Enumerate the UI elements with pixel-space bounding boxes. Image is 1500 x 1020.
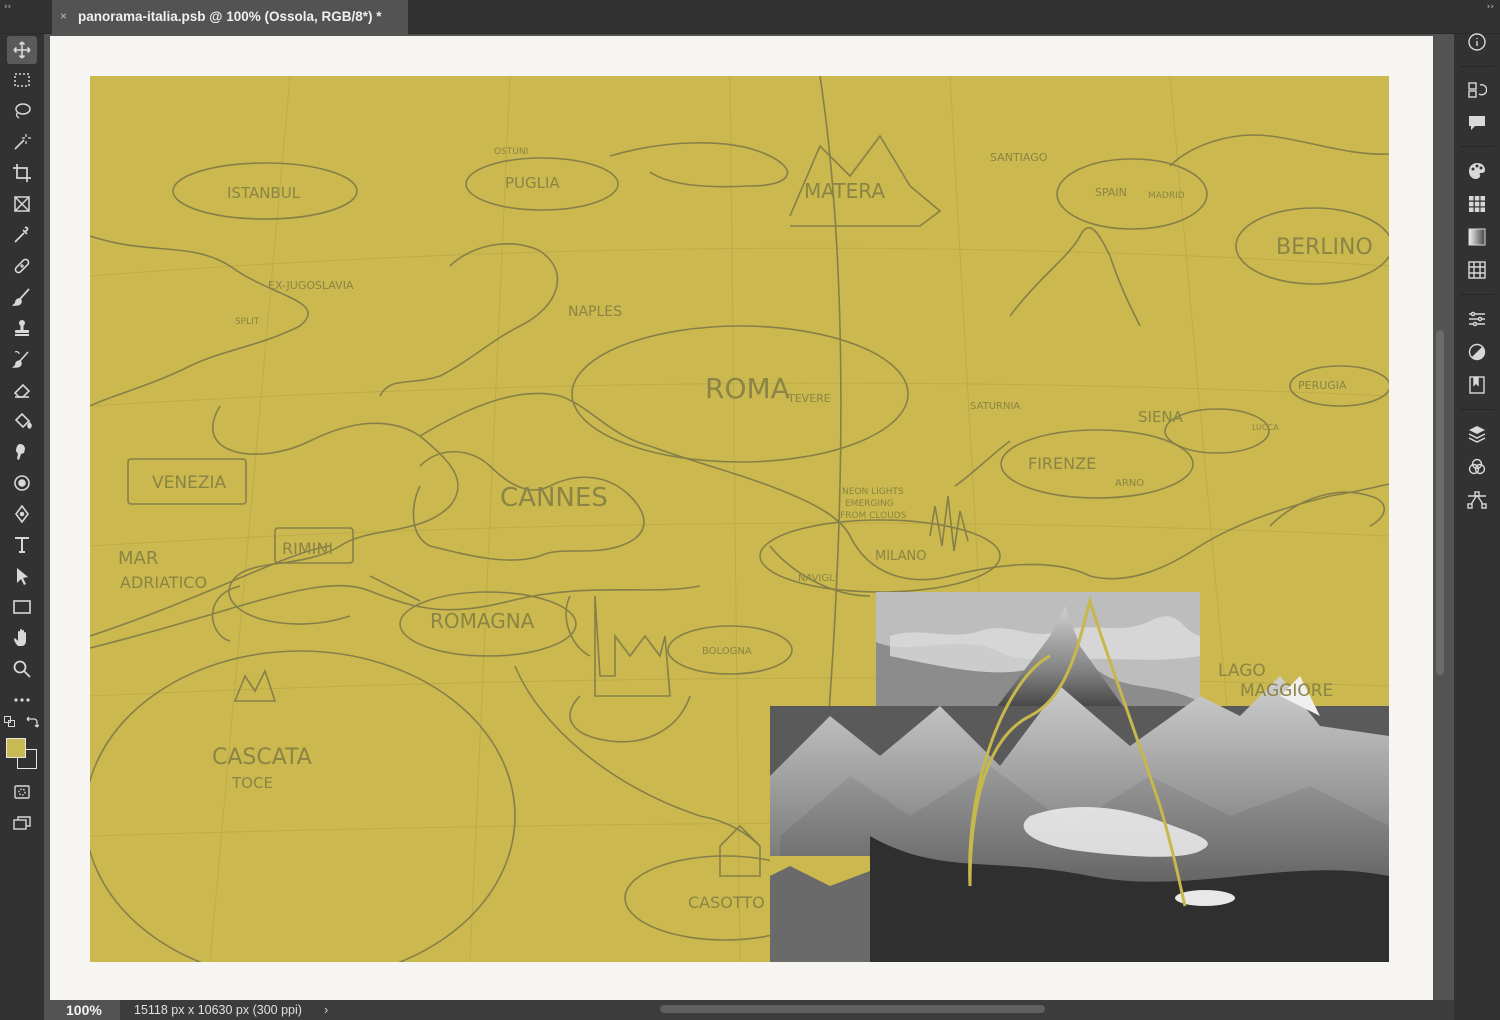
label-lucca: LUCCA — [1252, 423, 1279, 432]
pen-icon[interactable] — [7, 500, 37, 528]
label-roma: ROMA — [705, 372, 790, 405]
patterns-icon[interactable] — [1465, 258, 1489, 282]
type-icon[interactable] — [7, 531, 37, 559]
label-puglia: PUGLIA — [505, 174, 560, 192]
label-venezia: VENEZIA — [152, 473, 226, 493]
more-tools-icon[interactable] — [7, 686, 37, 714]
horizontal-scrollbar[interactable] — [660, 1005, 1045, 1013]
collapse-left-icon[interactable]: ›› — [4, 2, 11, 12]
gradients-icon[interactable] — [1465, 225, 1489, 249]
label-mar: MAR — [118, 548, 158, 569]
adjustments-icon[interactable] — [1465, 340, 1489, 364]
lasso-icon[interactable] — [7, 97, 37, 125]
label-bologna: BOLOGNA — [702, 646, 752, 657]
label-romagna: ROMAGNA — [430, 609, 535, 633]
label-cannes: CANNES — [500, 483, 608, 513]
canvas-area[interactable]: ISTANBUL PUGLIA OSTUNI MATERA SANTIAGO S… — [44, 34, 1454, 1002]
label-maggiore: MAGGIORE — [1240, 681, 1333, 701]
close-tab-icon[interactable]: × — [60, 9, 67, 23]
document-tab-bar: ›› × panorama-italia.psb @ 100% (Ossola,… — [0, 0, 1500, 34]
default-colors-icon[interactable] — [4, 716, 16, 728]
label-rimini: RIMINI — [282, 539, 333, 558]
move-tool-icon[interactable] — [7, 36, 37, 64]
label-naples: NAPLES — [568, 304, 622, 320]
brush-icon[interactable] — [7, 283, 37, 311]
layers-icon[interactable] — [1465, 422, 1489, 446]
history-icon[interactable] — [1465, 78, 1489, 102]
label-perugia: PERUGIA — [1298, 379, 1347, 392]
label-split: SPLIT — [235, 317, 260, 327]
label-milano: MILANO — [875, 549, 926, 564]
label-spain: SPAIN — [1095, 186, 1127, 199]
libraries-icon[interactable] — [1465, 373, 1489, 397]
properties-icon[interactable] — [1465, 307, 1489, 331]
zoom-level[interactable]: 100% — [44, 1000, 120, 1020]
crop-icon[interactable] — [7, 159, 37, 187]
quick-mask-icon[interactable] — [7, 778, 37, 806]
vertical-scrollbar[interactable] — [1436, 330, 1444, 675]
label-arno: ARNO — [1115, 478, 1144, 489]
label-saturnia: SATURNIA — [970, 401, 1020, 412]
rectangle-icon[interactable] — [7, 593, 37, 621]
label-lago: LAGO — [1218, 661, 1266, 681]
eyedropper-icon[interactable] — [7, 221, 37, 249]
sketch-artwork: ISTANBUL PUGLIA OSTUNI MATERA SANTIAGO S… — [90, 76, 1389, 962]
label-clouds: FROM CLOUDS — [840, 511, 907, 521]
label-firenze: FIRENZE — [1028, 454, 1096, 473]
label-berlino: BERLINO — [1276, 235, 1373, 260]
label-matera: MATERA — [804, 179, 885, 203]
magic-wand-icon[interactable] — [7, 128, 37, 156]
label-ostuni: OSTUNI — [494, 147, 528, 157]
label-santiago: SANTIAGO — [990, 151, 1048, 164]
document-info: 15118 px x 10630 px (300 ppi) — [134, 1003, 302, 1017]
healing-brush-icon[interactable] — [7, 252, 37, 280]
artboard: ISTANBUL PUGLIA OSTUNI MATERA SANTIAGO S… — [50, 36, 1433, 1002]
label-neon: NEON LIGHTS — [842, 487, 904, 497]
foreground-color-swatch[interactable] — [6, 738, 26, 758]
info-icon[interactable] — [1465, 30, 1489, 54]
panel-dock — [1454, 33, 1500, 1020]
label-istanbul: ISTANBUL — [227, 184, 301, 202]
clone-stamp-icon[interactable] — [7, 314, 37, 342]
label-siena: SIENA — [1138, 408, 1184, 426]
hand-icon[interactable] — [7, 624, 37, 652]
rectangular-marquee-icon[interactable] — [7, 66, 37, 94]
history-brush-icon[interactable] — [7, 345, 37, 373]
mountain-collage[interactable]: LAGO MAGGIORE — [770, 592, 1389, 962]
document-title: panorama-italia.psb @ 100% (Ossola, RGB/… — [78, 9, 382, 24]
dodge-icon[interactable] — [7, 469, 37, 497]
color-icon[interactable] — [1465, 159, 1489, 183]
channels-icon[interactable] — [1465, 455, 1489, 479]
swatches-icon[interactable] — [1465, 192, 1489, 216]
zoom-icon[interactable] — [7, 655, 37, 683]
tools-panel — [0, 34, 44, 1020]
canvas-image[interactable]: ISTANBUL PUGLIA OSTUNI MATERA SANTIAGO S… — [90, 76, 1389, 962]
label-tevere: TEVERE — [787, 392, 831, 405]
swap-colors-icon[interactable] — [25, 715, 39, 729]
collapse-right-icon[interactable]: ›› — [1487, 2, 1494, 12]
label-ex-jugoslavia: EX-JUGOSLAVIA — [268, 279, 354, 292]
smudge-icon[interactable] — [7, 438, 37, 466]
document-tab[interactable]: × panorama-italia.psb @ 100% (Ossola, RG… — [52, 0, 408, 34]
paint-bucket-icon[interactable] — [7, 407, 37, 435]
label-emerging: EMERGING — [845, 499, 894, 509]
frame-icon[interactable] — [7, 190, 37, 218]
label-toce: TOCE — [231, 774, 273, 792]
photoshop-window: ›› × panorama-italia.psb @ 100% (Ossola,… — [0, 0, 1500, 1020]
comments-icon[interactable] — [1465, 111, 1489, 135]
label-casotto: CASOTTO — [688, 893, 765, 912]
path-selection-icon[interactable] — [7, 562, 37, 590]
label-adriatico: ADRIATICO — [120, 573, 207, 592]
screen-mode-icon[interactable] — [7, 809, 37, 837]
eraser-icon[interactable] — [7, 376, 37, 404]
label-cascata: CASCATA — [212, 745, 312, 770]
status-bar: 100% 15118 px x 10630 px (300 ppi) › — [44, 1000, 1454, 1020]
label-madrid: MADRID — [1148, 191, 1185, 201]
label-navigli: NAVIGLI — [798, 573, 838, 584]
paths-icon[interactable] — [1465, 488, 1489, 512]
status-menu-arrow[interactable]: › — [324, 1002, 328, 1017]
